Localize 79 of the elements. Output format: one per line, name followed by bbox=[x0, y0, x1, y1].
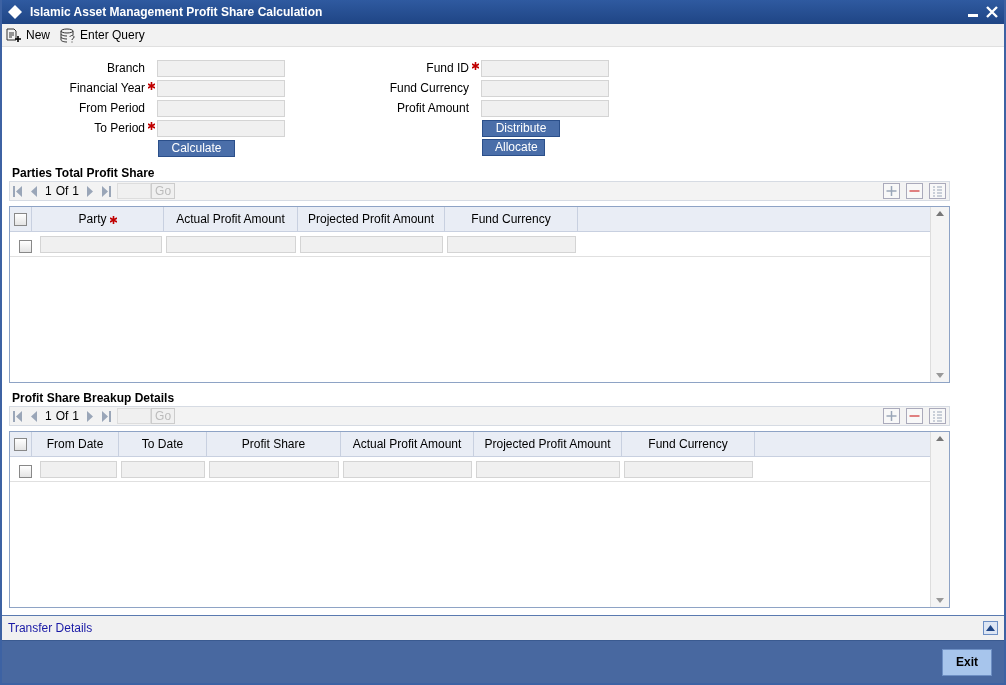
exit-button[interactable]: Exit bbox=[942, 648, 992, 676]
previous-page-icon[interactable] bbox=[29, 410, 39, 422]
page-total: 1 bbox=[72, 409, 80, 423]
list-view-icon[interactable] bbox=[929, 408, 946, 424]
input-field[interactable] bbox=[157, 100, 285, 117]
input-field[interactable] bbox=[157, 60, 285, 77]
field-label: Branch bbox=[105, 60, 145, 77]
column-header: Fund Currency bbox=[648, 437, 728, 451]
calculate-button[interactable]: Calculate bbox=[158, 140, 235, 157]
scroll-up-icon[interactable] bbox=[936, 211, 944, 216]
expand-up-icon[interactable] bbox=[983, 621, 998, 635]
column-header: Projected Profit Amount bbox=[307, 212, 435, 226]
last-page-icon[interactable] bbox=[101, 185, 112, 197]
section-title: Parties Total Profit Share bbox=[11, 166, 155, 181]
new-document-icon bbox=[6, 28, 22, 42]
add-row-icon[interactable] bbox=[883, 183, 900, 199]
field-label: Profit Amount bbox=[395, 100, 469, 117]
page-of-label: Of bbox=[55, 409, 69, 423]
checkbox[interactable] bbox=[14, 437, 27, 451]
input-field[interactable] bbox=[157, 120, 285, 137]
close-icon[interactable] bbox=[986, 6, 998, 18]
page-number: 1 bbox=[45, 409, 52, 423]
column-header: Actual Profit Amount bbox=[176, 212, 285, 226]
table-cell-input[interactable] bbox=[40, 235, 162, 253]
scroll-up-icon[interactable] bbox=[936, 436, 944, 441]
input-field[interactable] bbox=[157, 80, 285, 97]
scroll-down-icon[interactable] bbox=[936, 373, 944, 378]
distribute-button[interactable]: Distribute bbox=[482, 120, 560, 137]
checkbox[interactable] bbox=[14, 212, 27, 226]
page-total: 1 bbox=[72, 184, 80, 198]
first-page-icon[interactable] bbox=[13, 410, 23, 422]
page-input[interactable] bbox=[117, 183, 152, 199]
table-cell-input[interactable] bbox=[447, 235, 576, 253]
diamond-icon bbox=[8, 5, 22, 19]
add-row-icon[interactable] bbox=[883, 408, 900, 424]
new-button[interactable]: New bbox=[6, 28, 50, 42]
enter-query-button[interactable]: Enter Query bbox=[60, 27, 145, 43]
delete-row-icon[interactable] bbox=[906, 183, 923, 199]
section-title: Profit Share Breakup Details bbox=[11, 391, 175, 406]
transfer-details-link[interactable]: Transfer Details bbox=[8, 621, 93, 635]
last-page-icon[interactable] bbox=[101, 410, 112, 422]
field-label: Fund ID bbox=[425, 60, 469, 77]
checkbox[interactable] bbox=[19, 464, 32, 478]
field-label: Financial Year bbox=[68, 80, 145, 97]
list-view-icon[interactable] bbox=[929, 183, 946, 199]
first-page-icon[interactable] bbox=[13, 185, 23, 197]
column-header: To Date bbox=[141, 437, 184, 451]
delete-row-icon[interactable] bbox=[906, 408, 923, 424]
page-of-label: Of bbox=[55, 184, 69, 198]
column-header: Party bbox=[78, 212, 107, 226]
column-header: Actual Profit Amount bbox=[352, 437, 462, 451]
field-label: Fund Currency bbox=[388, 80, 469, 97]
database-icon bbox=[60, 27, 76, 43]
table-cell-input[interactable] bbox=[624, 460, 753, 478]
column-header: Profit Share bbox=[241, 437, 306, 451]
input-field[interactable] bbox=[481, 60, 609, 77]
table-cell-input[interactable] bbox=[166, 235, 296, 253]
page-input[interactable] bbox=[117, 408, 152, 424]
table-cell-input[interactable] bbox=[343, 460, 472, 478]
column-header: Projected Profit Amount bbox=[484, 437, 611, 451]
table-cell-input[interactable] bbox=[121, 460, 205, 478]
scroll-down-icon[interactable] bbox=[936, 598, 944, 603]
page-number: 1 bbox=[45, 184, 52, 198]
next-page-icon[interactable] bbox=[85, 410, 96, 422]
table-cell-input[interactable] bbox=[476, 460, 620, 478]
checkbox[interactable] bbox=[19, 239, 32, 253]
next-page-icon[interactable] bbox=[85, 185, 96, 197]
input-field[interactable] bbox=[481, 80, 609, 97]
column-header: From Date bbox=[46, 437, 104, 451]
field-label: To Period bbox=[93, 120, 145, 137]
table-cell-input[interactable] bbox=[300, 235, 443, 253]
table-cell-input[interactable] bbox=[40, 460, 117, 478]
window-title: Islamic Asset Management Profit Share Calculation bbox=[30, 5, 323, 19]
field-label: From Period bbox=[77, 100, 145, 117]
previous-page-icon[interactable] bbox=[29, 185, 39, 197]
column-header: Fund Currency bbox=[471, 212, 551, 226]
allocate-button[interactable]: Allocate bbox=[482, 139, 545, 156]
table-cell-input[interactable] bbox=[209, 460, 339, 478]
input-field[interactable] bbox=[481, 100, 609, 117]
